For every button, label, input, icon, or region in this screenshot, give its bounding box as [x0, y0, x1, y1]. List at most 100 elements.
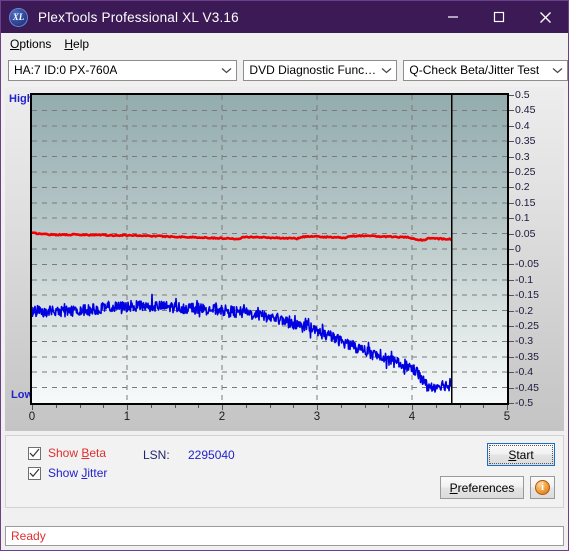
controls-panel: Show Beta Show Jitter LSN: 2295040 Start… — [5, 435, 564, 508]
menu-bar: Options Help — [1, 33, 568, 55]
status-text: Ready — [11, 529, 46, 543]
window-controls — [430, 1, 568, 33]
app-logo-icon: XL — [9, 7, 28, 27]
application-window: XL PlexTools Professional XL V3.16 Optio… — [0, 0, 569, 551]
minimize-icon[interactable] — [430, 1, 476, 33]
y-axis-tick-mark — [509, 403, 514, 404]
lsn-value: 2295040 — [188, 448, 235, 462]
x-axis-tick-mark — [293, 405, 295, 408]
start-button-mnemonic: S — [508, 447, 517, 462]
start-button[interactable]: Start — [487, 443, 555, 466]
x-axis-tick-mark — [79, 405, 81, 408]
x-axis-tick-mark — [317, 405, 318, 410]
y-axis-tick-label: -0.3 — [515, 335, 534, 348]
app-logo-text: XL — [12, 12, 25, 22]
info-icon: i — [535, 480, 550, 495]
chart-inner: High Low 0.5 0.45 0.4 0.35 0.3 0.25 0.2 0.15 0.1… — [5, 87, 564, 431]
title-bar: XL PlexTools Professional XL V3.16 — [1, 1, 568, 33]
show-beta-rest: eta — [89, 446, 107, 460]
x-axis-tick-mark — [340, 405, 342, 408]
test-select[interactable]: Q-Check Beta/Jitter Test — [403, 59, 568, 81]
show-beta-row[interactable]: Show Beta — [28, 446, 106, 460]
y-axis-tick-label: 0.45 — [515, 104, 536, 117]
preferences-button[interactable]: Preferences — [440, 476, 524, 499]
drive-select[interactable]: HA:7 ID:0 PX-760A — [8, 59, 238, 81]
preferences-button-mnemonic: P — [449, 480, 458, 495]
y-axis-tick-mark — [509, 295, 514, 297]
y-axis-tick-label: -0.4 — [515, 366, 534, 379]
lsn-label: LSN: — [143, 448, 170, 462]
x-axis-tick-mark — [507, 405, 508, 410]
y-axis-tick-mark — [509, 341, 514, 343]
x-axis-tick-mark — [435, 405, 437, 408]
chart-panel: High Low 0.5 0.45 0.4 0.35 0.3 0.25 0.2 0.15 0.1… — [5, 87, 564, 431]
menu-item-options[interactable]: Options — [6, 35, 60, 53]
y-axis-tick-mark — [509, 249, 514, 250]
status-bar: Ready — [5, 526, 564, 546]
y-axis-tick-mark — [509, 387, 514, 389]
x-axis-tick-mark — [388, 405, 390, 408]
y-axis-tick-mark — [509, 202, 514, 204]
y-axis-tick-mark — [509, 218, 514, 220]
x-axis-tick-label: 3 — [313, 411, 321, 423]
y-axis-tick-label: -0.25 — [515, 320, 539, 332]
y-axis-tick-label: 0.05 — [515, 227, 536, 240]
chevron-down-icon — [219, 62, 234, 79]
maximize-icon[interactable] — [476, 1, 522, 33]
y-axis-tick-mark — [509, 233, 514, 235]
y-axis-tick-mark — [509, 372, 514, 374]
y-axis-tick-mark — [509, 264, 514, 266]
y-axis-tick-mark — [509, 141, 514, 143]
x-axis-tick-label: 0 — [28, 411, 36, 423]
close-icon[interactable] — [522, 1, 568, 33]
chevron-down-icon — [550, 62, 565, 79]
show-jitter-label: Show Jitter — [48, 466, 107, 480]
info-button[interactable]: i — [530, 476, 555, 499]
function-select[interactable]: DVD Diagnostic Functions — [243, 59, 398, 81]
start-button-rest: tart — [516, 447, 534, 462]
x-axis-tick-mark — [32, 405, 33, 410]
y-axis-tick-label: -0.1 — [515, 273, 534, 286]
y-axis-tick-label: 0.3 — [515, 150, 530, 163]
x-axis-tick-mark — [245, 405, 247, 408]
show-beta-pre: Show — [48, 446, 82, 460]
x-axis-tick-mark — [364, 405, 366, 408]
y-axis-tick-mark — [509, 356, 514, 358]
x-axis-tick-mark — [222, 405, 223, 410]
x-axis-tick-mark — [459, 405, 461, 408]
x-axis-tick-mark — [103, 405, 105, 408]
x-axis-tick-mark — [198, 405, 200, 408]
show-jitter-pre: Show — [48, 466, 82, 480]
show-jitter-rest: itter — [87, 466, 108, 480]
show-jitter-row[interactable]: Show Jitter — [28, 466, 107, 480]
y-axis-tick-label: 0.4 — [515, 119, 530, 132]
show-jitter-checkbox[interactable] — [28, 466, 41, 480]
x-axis-tick-mark — [174, 405, 176, 408]
y-axis-tick-mark — [509, 110, 514, 112]
x-axis-tick-label: 5 — [503, 411, 511, 423]
y-axis-tick-label: -0.35 — [515, 350, 539, 363]
y-axis-tick-mark — [509, 187, 514, 189]
y-axis-tick-label: 0.35 — [515, 135, 536, 148]
y-axis-tick-label: -0.45 — [515, 381, 539, 394]
toolbar: HA:7 ID:0 PX-760A DVD Diagnostic Functio… — [1, 55, 568, 85]
y-axis-tick-label: -0.5 — [515, 397, 534, 409]
x-axis-tick-mark — [127, 405, 128, 410]
info-icon-glyph: i — [541, 482, 544, 493]
menu-item-help[interactable]: Help — [60, 35, 98, 53]
preferences-button-rest: references — [457, 480, 515, 495]
y-axis-tick-mark — [509, 310, 514, 312]
y-axis-tick-mark — [509, 279, 514, 281]
chevron-down-icon — [379, 62, 394, 79]
menu-item-help-mnemonic: H — [64, 37, 74, 51]
plot-area — [30, 93, 509, 405]
y-axis-tick-label: -0.15 — [515, 289, 539, 302]
x-axis-tick-label: 4 — [408, 411, 416, 423]
drive-select-value: HA:7 ID:0 PX-760A — [14, 63, 118, 77]
x-axis-tick-mark — [412, 405, 413, 410]
y-axis-tick-label: 0.15 — [515, 196, 536, 209]
show-beta-checkbox[interactable] — [28, 446, 41, 460]
x-axis-tick-mark — [483, 405, 485, 408]
menu-item-options-rest: ptions — [19, 37, 52, 51]
menu-item-help-rest: elp — [73, 37, 90, 51]
